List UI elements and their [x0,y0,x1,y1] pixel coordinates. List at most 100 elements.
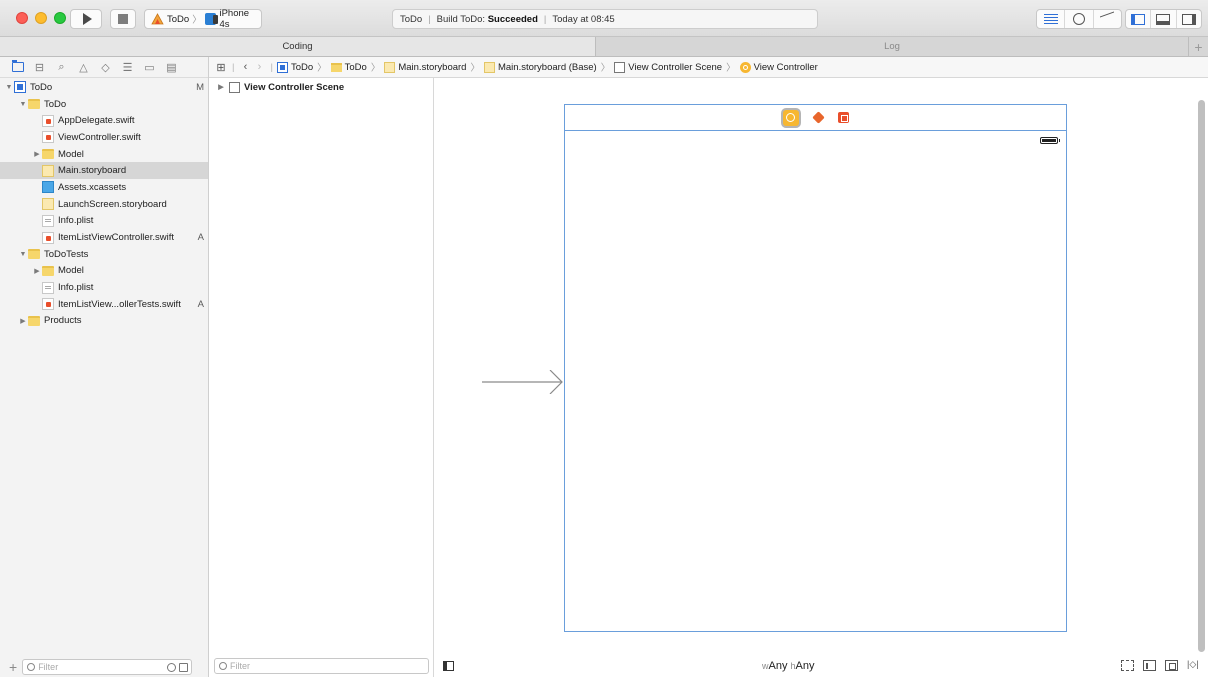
minimize-window-button[interactable] [35,12,47,24]
tree-row-file[interactable]: AppDelegate.swift [0,112,208,129]
document-outline: ▶ View Controller Scene Filter [209,78,434,677]
report-navigator-tab[interactable]: ▤ [165,61,178,74]
close-window-button[interactable] [16,12,28,24]
related-items-icon[interactable]: ⊞ [214,61,228,74]
scene-dock [565,105,1066,131]
breadcrumb-file[interactable]: Main.storyboard [384,61,466,73]
file-tree: ▼ ToDo M ▼ ToDo AppDelegate.swift ViewCo… [0,78,208,329]
tree-row-file[interactable]: ViewController.swift [0,129,208,146]
navigator-panel-icon [1131,13,1146,25]
navigator-filter-input[interactable]: Filter [22,659,193,675]
tree-row-file-selected[interactable]: Main.storyboard [0,162,208,180]
activity-prefix: Build ToDo: [436,13,486,25]
swift-file-icon [42,114,54,127]
toggle-navigator-button[interactable] [1126,10,1152,28]
add-file-button[interactable]: + [9,659,17,675]
tree-row-label: Info.plist [58,282,94,294]
view-controller-scene[interactable] [564,104,1067,632]
diamond-icon: ◇ [101,61,110,74]
breadcrumb-separator-icon: 〉 [370,63,381,74]
swift-file-icon [42,231,54,244]
recent-files-icon[interactable] [167,662,177,672]
filter-placeholder: Filter [38,662,59,672]
assistant-editor-button[interactable] [1065,10,1094,28]
tab-log[interactable]: Log [596,37,1188,56]
find-navigator-tab[interactable]: ⌕ [55,61,68,74]
tree-row-file[interactable]: Info.plist [0,213,208,230]
breadcrumb-group[interactable]: ToDo [330,62,367,73]
version-editor-button[interactable] [1094,10,1121,28]
run-button[interactable] [70,9,102,29]
issue-navigator-tab[interactable]: △ [77,61,90,74]
tree-row-file[interactable]: LaunchScreen.storyboard [0,196,208,213]
breadcrumb-localization[interactable]: Main.storyboard (Base) [483,61,597,73]
scheme-selector[interactable]: ToDo 〉 iPhone 4s [144,8,262,30]
warning-icon: △ [79,61,88,74]
forward-button[interactable]: › [252,61,266,73]
plist-file-icon [42,281,54,294]
outline-filter-input[interactable]: Filter [214,658,429,674]
app-target-icon [151,13,164,25]
asset-catalog-icon [42,181,54,194]
tree-row-label: AppDelegate.swift [58,115,135,127]
toggle-outline-icon[interactable] [443,661,454,671]
pin-icon[interactable] [1165,660,1178,671]
view-controller-icon[interactable] [782,109,799,126]
align-icon[interactable] [1143,660,1156,671]
storyboard-canvas[interactable]: wAny hAny [434,78,1208,677]
stack-icon[interactable] [1121,660,1134,671]
tree-row-label: ItemListView...ollerTests.swift [58,298,181,310]
toggle-debug-area-button[interactable] [1151,10,1177,28]
tree-row-file[interactable]: Assets.xcassets [0,179,208,196]
outline-row-label: View Controller Scene [244,81,345,93]
outline-row-scene[interactable]: ▶ View Controller Scene [209,78,433,96]
exit-icon[interactable] [837,112,849,123]
tree-row-group[interactable]: ▼ ToDoTests [0,246,208,263]
scheme-target-label: ToDo [167,13,190,25]
project-navigator: ⊟ ⌕ △ ◇ ☰ ▭ ▤ ▼ ToDo M ▼ ToDo AppDelegat… [0,57,209,677]
tree-row-label: ItemListViewController.swift [58,232,174,244]
tree-row-label: Model [58,265,84,277]
source-control-filter-icon[interactable] [179,662,189,672]
activity-viewer: ToDo | Build ToDo: Succeeded | Today at … [392,9,818,29]
back-button[interactable]: ‹ [238,61,252,73]
size-class-control[interactable]: wAny hAny [762,660,815,672]
breadcrumb-label: View Controller [753,61,818,73]
add-tab-button[interactable]: + [1188,37,1208,56]
assistant-editor-icon [1072,13,1085,25]
tree-row-group[interactable]: ▶ Model [0,263,208,280]
test-navigator-tab[interactable]: ◇ [99,61,112,74]
breadcrumb-scene[interactable]: View Controller Scene [614,61,722,73]
breadcrumb-project[interactable]: ToDo [276,61,314,73]
folder-icon [11,60,24,72]
tree-row-label: ToDo [44,98,67,110]
tree-row-group[interactable]: ▼ ToDo [0,96,208,113]
project-navigator-tab[interactable] [11,60,24,74]
tree-row-group[interactable]: ▶ Model [0,146,208,163]
folder-icon [28,315,40,326]
stop-button[interactable] [110,9,136,29]
breadcrumb-view-controller[interactable]: View Controller [739,61,818,73]
tree-row-group[interactable]: ▶ Products [0,313,208,330]
tree-row-file[interactable]: Info.plist [0,279,208,296]
resolve-issues-icon[interactable] [1187,659,1200,671]
breadcrumb-label: ToDo [290,61,314,73]
folder-icon [28,99,40,110]
breadcrumb-separator-icon: 〉 [317,63,327,74]
standard-editor-button[interactable] [1037,10,1066,28]
battery-icon [1040,137,1060,144]
tree-row-file[interactable]: ItemListViewController.swift A [0,229,208,246]
stop-icon [118,14,128,24]
canvas-scrollbar[interactable] [1198,100,1205,652]
tab-coding[interactable]: Coding [0,37,596,56]
first-responder-icon[interactable] [811,111,825,124]
tree-row-project[interactable]: ▼ ToDo M [0,79,208,96]
debug-navigator-tab[interactable]: ☰ [121,61,134,74]
source-control-navigator-tab[interactable]: ⊟ [33,61,46,74]
tree-row-file[interactable]: ItemListView...ollerTests.swift A [0,296,208,313]
toggle-utilities-button[interactable] [1177,10,1201,28]
breakpoint-navigator-tab[interactable]: ▭ [143,61,156,74]
zoom-window-button[interactable] [54,12,66,24]
initial-view-controller-arrow-icon[interactable] [482,370,564,394]
disclosure-collapsed-icon: ▶ [218,84,224,91]
